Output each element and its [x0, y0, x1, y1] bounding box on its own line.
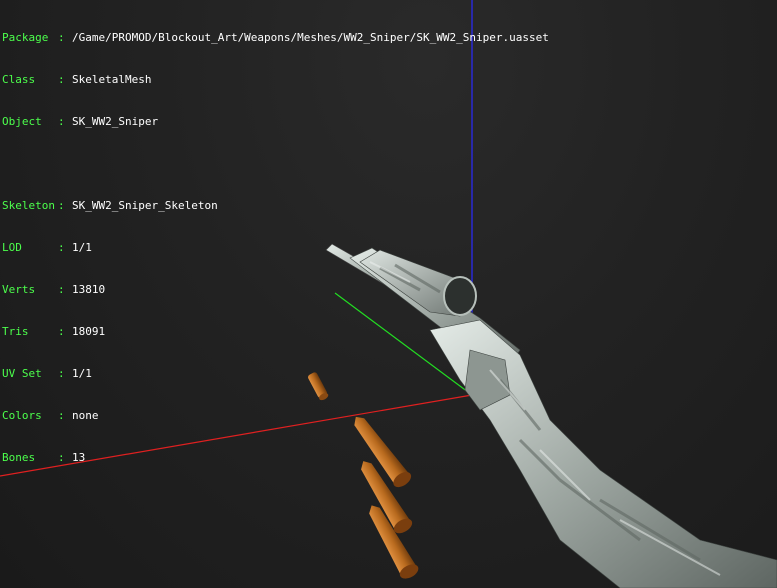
info-row-package: Package: /Game/PROMOD/Blockout_Art/Weapon… [2, 31, 549, 45]
info-key-verts: Verts [2, 283, 36, 296]
info-key-tris: Tris [2, 325, 29, 338]
info-key-colors: Colors [2, 409, 42, 422]
info-key-uv-set: UV Set [2, 367, 42, 380]
info-row-class: Class: SkeletalMesh [2, 73, 549, 87]
info-value-lod: 1/1 [72, 241, 92, 254]
info-row-tris: Tris:18091 [2, 325, 549, 339]
info-separator: : [58, 73, 65, 86]
info-separator: : [58, 31, 65, 44]
info-row-skeleton: Skeleton: SK_WW2_Sniper_Skeleton [2, 199, 549, 213]
mesh-info-panel: Package: /Game/PROMOD/Blockout_Art/Weapon… [2, 3, 549, 493]
info-value-colors: none [72, 409, 99, 422]
info-separator: : [58, 409, 65, 422]
info-value-package: /Game/PROMOD/Blockout_Art/Weapons/Meshes… [72, 31, 549, 44]
info-separator: : [58, 367, 65, 380]
info-key-skeleton: Skeleton [2, 199, 55, 212]
info-separator: : [58, 283, 65, 296]
info-row-lod: LOD:1/1 [2, 241, 549, 255]
info-key-bones: Bones [2, 451, 36, 464]
info-key-package: Package [2, 31, 49, 44]
info-row-uv-set: UV Set:1/1 [2, 367, 549, 381]
info-separator: : [58, 115, 65, 128]
info-separator: : [58, 241, 65, 254]
info-value-tris: 18091 [72, 325, 106, 338]
info-value-object: SK_WW2_Sniper [72, 115, 159, 128]
info-separator: : [58, 199, 65, 212]
info-row-verts: Verts:13810 [2, 283, 549, 297]
info-value-verts: 13810 [72, 283, 106, 296]
info-row-bones: Bones:13 [2, 451, 549, 465]
info-row-colors: Colors: none [2, 409, 549, 423]
info-row-object: Object: SK_WW2_Sniper [2, 115, 549, 129]
info-value-uv-set: 1/1 [72, 367, 92, 380]
info-key-lod: LOD [2, 241, 22, 254]
info-value-bones: 13 [72, 451, 86, 464]
info-separator: : [58, 325, 65, 338]
info-separator: : [58, 451, 65, 464]
info-value-skeleton: SK_WW2_Sniper_Skeleton [72, 199, 218, 212]
info-key-object: Object [2, 115, 42, 128]
info-key-class: Class [2, 73, 36, 86]
info-value-class: SkeletalMesh [72, 73, 152, 86]
mesh-viewport[interactable]: Package: /Game/PROMOD/Blockout_Art/Weapon… [0, 0, 777, 588]
